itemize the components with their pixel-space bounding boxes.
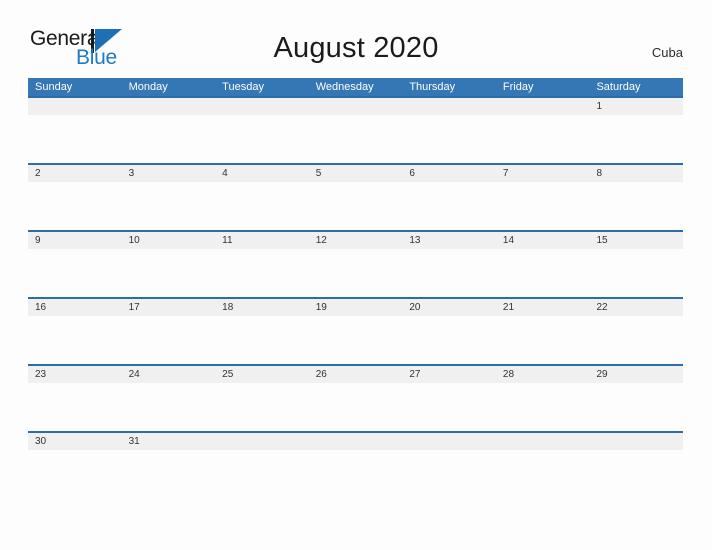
week-row: 1 [28, 96, 683, 163]
page-title: August 2020 [273, 32, 439, 64]
day-cell[interactable]: 14 [496, 232, 590, 249]
day-header-monday: Monday [128, 81, 168, 93]
day-cell[interactable] [589, 433, 683, 450]
day-cell[interactable]: 7 [496, 165, 590, 182]
day-cell[interactable] [402, 433, 496, 450]
day-cell[interactable]: 17 [122, 299, 216, 316]
week-row: 23 24 25 26 27 28 29 [28, 364, 683, 431]
day-cell[interactable] [402, 98, 496, 115]
day-cell[interactable]: 24 [122, 366, 216, 383]
day-cell[interactable]: 15 [589, 232, 683, 249]
day-header-sunday: Sunday [35, 81, 73, 93]
day-cell[interactable] [215, 98, 309, 115]
day-cell[interactable]: 27 [402, 366, 496, 383]
week-note-area[interactable] [28, 115, 683, 163]
day-cell[interactable]: 13 [402, 232, 496, 249]
region-label: Cuba [651, 45, 683, 60]
calendar-page: General Blue August 2020 Cuba Sunday Mon… [0, 0, 712, 550]
day-cell[interactable] [496, 433, 590, 450]
day-cell[interactable]: 26 [309, 366, 403, 383]
day-cell[interactable]: 23 [28, 366, 122, 383]
day-cell[interactable]: 1 [589, 98, 683, 115]
page-header: General Blue August 2020 Cuba [0, 0, 712, 78]
day-cell[interactable] [309, 433, 403, 450]
day-cell[interactable]: 25 [215, 366, 309, 383]
day-cell[interactable]: 4 [215, 165, 309, 182]
day-header-saturday: Saturday [596, 81, 641, 93]
day-cell[interactable] [496, 98, 590, 115]
day-cell[interactable] [309, 98, 403, 115]
week-date-band: 1 [28, 98, 683, 115]
week-row: 30 31 [28, 431, 683, 450]
week-note-area[interactable] [28, 383, 683, 431]
day-cell[interactable]: 11 [215, 232, 309, 249]
day-cell[interactable]: 22 [589, 299, 683, 316]
day-cell[interactable]: 6 [402, 165, 496, 182]
week-date-band: 30 31 [28, 433, 683, 450]
week-note-area[interactable] [28, 182, 683, 230]
day-header-friday: Friday [502, 81, 534, 93]
day-cell[interactable] [28, 98, 122, 115]
week-date-band: 16 17 18 19 20 21 22 [28, 299, 683, 316]
day-of-week-header-row: Sunday Monday Tuesday Wednesday Thursday… [28, 78, 683, 96]
day-cell[interactable]: 31 [122, 433, 216, 450]
day-cell[interactable]: 12 [309, 232, 403, 249]
week-note-area[interactable] [28, 316, 683, 364]
day-cell[interactable]: 9 [28, 232, 122, 249]
day-header-wednesday: Wednesday [315, 81, 374, 93]
day-header-tuesday: Tuesday [222, 81, 264, 93]
day-cell[interactable]: 29 [589, 366, 683, 383]
week-date-band: 23 24 25 26 27 28 29 [28, 366, 683, 383]
day-cell[interactable]: 21 [496, 299, 590, 316]
week-row: 9 10 11 12 13 14 15 [28, 230, 683, 297]
week-note-area[interactable] [28, 249, 683, 297]
day-cell[interactable]: 5 [309, 165, 403, 182]
day-cell[interactable]: 3 [122, 165, 216, 182]
day-header-thursday: Thursday [409, 81, 456, 93]
week-row: 2 3 4 5 6 7 8 [28, 163, 683, 230]
day-cell[interactable]: 18 [215, 299, 309, 316]
day-cell[interactable]: 19 [309, 299, 403, 316]
day-cell[interactable] [122, 98, 216, 115]
day-cell[interactable]: 8 [589, 165, 683, 182]
day-cell[interactable]: 28 [496, 366, 590, 383]
day-cell[interactable]: 10 [122, 232, 216, 249]
week-date-band: 2 3 4 5 6 7 8 [28, 165, 683, 182]
calendar-grid: Sunday Monday Tuesday Wednesday Thursday… [28, 78, 683, 450]
week-date-band: 9 10 11 12 13 14 15 [28, 232, 683, 249]
day-cell[interactable]: 20 [402, 299, 496, 316]
day-cell[interactable]: 16 [28, 299, 122, 316]
day-cell[interactable]: 30 [28, 433, 122, 450]
day-cell[interactable] [215, 433, 309, 450]
day-cell[interactable]: 2 [28, 165, 122, 182]
week-row: 16 17 18 19 20 21 22 [28, 297, 683, 364]
